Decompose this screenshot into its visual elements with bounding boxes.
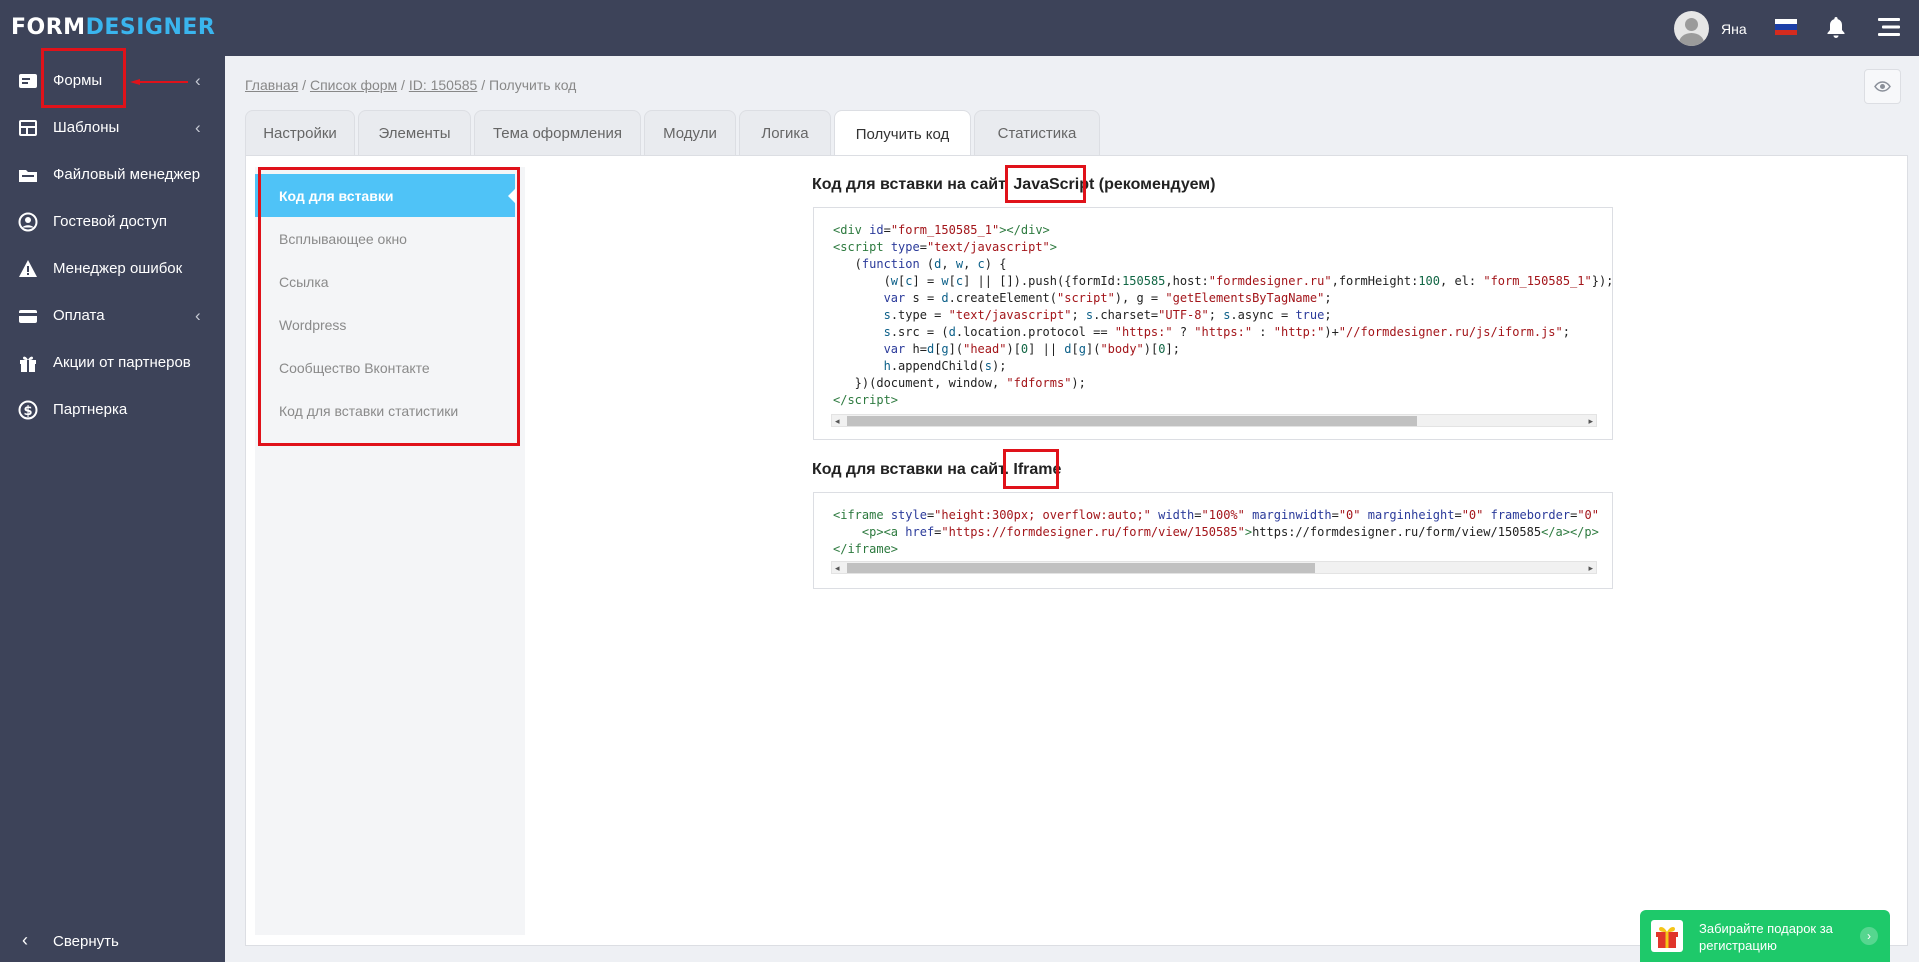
chevron-right-icon[interactable]: › — [1860, 927, 1878, 945]
sidebar: Формы ‹ Шаблоны ‹ Файловый менеджер Гост… — [0, 56, 225, 962]
tab-settings[interactable]: Настройки — [245, 110, 355, 156]
iframe-title-prefix: Код для вставки на сайт. — [812, 461, 1014, 478]
preview-button[interactable] — [1864, 69, 1901, 104]
user-name[interactable]: Яна — [1721, 21, 1747, 37]
highlight-box-forms — [41, 48, 126, 108]
scroll-right-icon[interactable]: ▸ — [1588, 415, 1593, 427]
breadcrumb-home[interactable]: Главная — [245, 77, 298, 93]
chevron-left-icon[interactable]: ‹ — [195, 71, 201, 91]
warning-icon — [18, 259, 38, 279]
tab-elements[interactable]: Элементы — [358, 110, 471, 156]
gift-icon — [18, 353, 38, 373]
hamburger-icon[interactable] — [1878, 18, 1900, 41]
iframe-code-block[interactable]: <iframe style="height:300px; overflow:au… — [814, 493, 1612, 557]
js-title-suffix: (рекомендуем) — [1094, 176, 1216, 193]
user-menu[interactable]: Яна — [1674, 11, 1747, 46]
gift-banner[interactable]: Забирайте подарок за регистрацию › — [1640, 910, 1890, 962]
folder-icon — [18, 165, 38, 185]
logo-part-designer: DESIGNER — [85, 15, 216, 40]
highlight-box-subnav — [258, 167, 520, 446]
user-circle-icon — [18, 212, 38, 232]
arrow-annotation-icon — [130, 79, 188, 85]
sidebar-item-file-manager[interactable]: Файловый менеджер — [0, 151, 225, 198]
js-code-block[interactable]: <div id="form_150585_1"></div> <script t… — [814, 208, 1612, 407]
gift-icon — [1651, 920, 1683, 952]
card-icon — [18, 306, 38, 326]
js-code-box[interactable]: <div id="form_150585_1"></div> <script t… — [813, 207, 1613, 440]
sidebar-item-label: Менеджер ошибок — [53, 260, 183, 277]
svg-text:$: $ — [23, 404, 32, 419]
chevron-left-icon: ‹ — [22, 930, 28, 950]
collapse-label: Свернуть — [53, 933, 119, 950]
scroll-right-icon[interactable]: ▸ — [1588, 562, 1593, 574]
dollar-icon: $ — [18, 400, 38, 420]
bell-icon[interactable] — [1827, 17, 1845, 43]
eye-icon — [1874, 81, 1891, 92]
highlight-box-javascript — [1005, 165, 1086, 203]
sidebar-item-label: Оплата — [53, 307, 105, 324]
sidebar-item-label: Партнерка — [53, 401, 128, 418]
logo[interactable]: FORMDESIGNER — [11, 15, 215, 40]
tab-logic[interactable]: Логика — [739, 110, 831, 156]
breadcrumb-separator: / — [477, 77, 489, 93]
chevron-left-icon[interactable]: ‹ — [195, 118, 201, 138]
scroll-left-icon[interactable]: ◂ — [835, 562, 840, 574]
js-title-prefix: Код для вставки на сайт. — [812, 176, 1014, 193]
sidebar-item-label: Файловый менеджер — [53, 166, 201, 183]
sidebar-item-error-manager[interactable]: Менеджер ошибок — [0, 245, 225, 292]
sidebar-item-affiliate[interactable]: $ Партнерка — [0, 386, 225, 433]
sidebar-collapse-button[interactable]: ‹ Свернуть — [0, 918, 225, 962]
breadcrumb-separator: / — [298, 77, 310, 93]
sidebar-item-label: Акции от партнеров — [53, 354, 191, 371]
template-icon — [18, 118, 38, 138]
breadcrumb: Главная / Список форм / ID: 150585 / Пол… — [245, 77, 576, 93]
sidebar-item-label: Шаблоны — [53, 119, 120, 136]
sidebar-item-partner-promos[interactable]: Акции от партнеров — [0, 339, 225, 386]
sidebar-item-payment[interactable]: Оплата ‹ — [0, 292, 225, 339]
iframe-code-box[interactable]: <iframe style="height:300px; overflow:au… — [813, 492, 1613, 589]
logo-part-form: FORM — [11, 15, 86, 40]
sidebar-item-label: Гостевой доступ — [53, 213, 167, 230]
tab-theme[interactable]: Тема оформления — [474, 110, 641, 156]
form-icon — [18, 71, 38, 91]
breadcrumb-separator: / — [397, 77, 409, 93]
tab-modules[interactable]: Модули — [644, 110, 736, 156]
highlight-box-iframe — [1003, 449, 1059, 489]
tab-statistics[interactable]: Статистика — [974, 110, 1100, 156]
tab-get-code[interactable]: Получить код — [834, 110, 971, 157]
scroll-left-icon[interactable]: ◂ — [835, 415, 840, 427]
top-bar: FORMDESIGNER Яна — [0, 0, 1919, 56]
gift-banner-text: Забирайте подарок за регистрацию — [1699, 921, 1833, 953]
language-flag-icon[interactable] — [1775, 19, 1797, 35]
chevron-left-icon[interactable]: ‹ — [195, 306, 201, 326]
sidebar-item-templates[interactable]: Шаблоны ‹ — [0, 104, 225, 151]
breadcrumb-current: Получить код — [489, 77, 577, 93]
breadcrumb-forms-list[interactable]: Список форм — [310, 77, 397, 93]
sidebar-item-guest-access[interactable]: Гостевой доступ — [0, 198, 225, 245]
scrollbar-thumb[interactable] — [847, 563, 1315, 573]
breadcrumb-form-id[interactable]: ID: 150585 — [409, 77, 478, 93]
scrollbar-thumb[interactable] — [847, 416, 1417, 426]
horizontal-scrollbar[interactable]: ◂ ▸ — [831, 414, 1597, 427]
horizontal-scrollbar[interactable]: ◂ ▸ — [831, 561, 1597, 574]
avatar[interactable] — [1674, 11, 1709, 46]
